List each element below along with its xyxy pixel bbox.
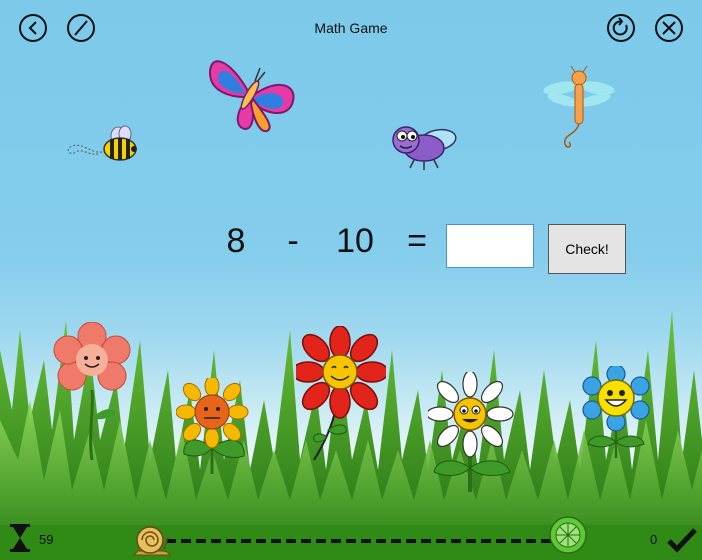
operand-1: 8 xyxy=(226,222,246,260)
bee xyxy=(67,125,137,161)
time-remaining: 59 xyxy=(39,532,54,547)
game-stage: Math Game 8 - 10 = Check! 59 0 xyxy=(0,0,702,560)
equals-sign: = xyxy=(407,222,427,260)
cabbage-icon xyxy=(549,516,587,554)
snail-icon xyxy=(132,526,171,556)
blue-flower xyxy=(582,366,650,458)
score-value: 0 xyxy=(650,532,658,547)
sunflower xyxy=(176,378,249,474)
pink-flower xyxy=(53,322,131,461)
operand-2: 10 xyxy=(336,222,374,260)
checkmark-icon xyxy=(667,528,697,553)
hourglass-icon xyxy=(10,524,30,552)
reload-icon xyxy=(612,17,628,36)
red-flower xyxy=(296,326,386,461)
progress-track xyxy=(166,539,556,543)
check-button[interactable]: Check! xyxy=(548,224,626,274)
close-icon xyxy=(662,21,676,35)
butterfly xyxy=(208,60,295,133)
reload-button[interactable] xyxy=(607,14,635,42)
daisy xyxy=(428,372,514,492)
close-button[interactable] xyxy=(655,14,683,42)
answer-input[interactable] xyxy=(446,224,534,268)
dragonfly xyxy=(543,65,615,148)
operator-sign: - xyxy=(287,222,299,260)
app-title: Math Game xyxy=(314,20,388,36)
fly xyxy=(392,126,457,170)
